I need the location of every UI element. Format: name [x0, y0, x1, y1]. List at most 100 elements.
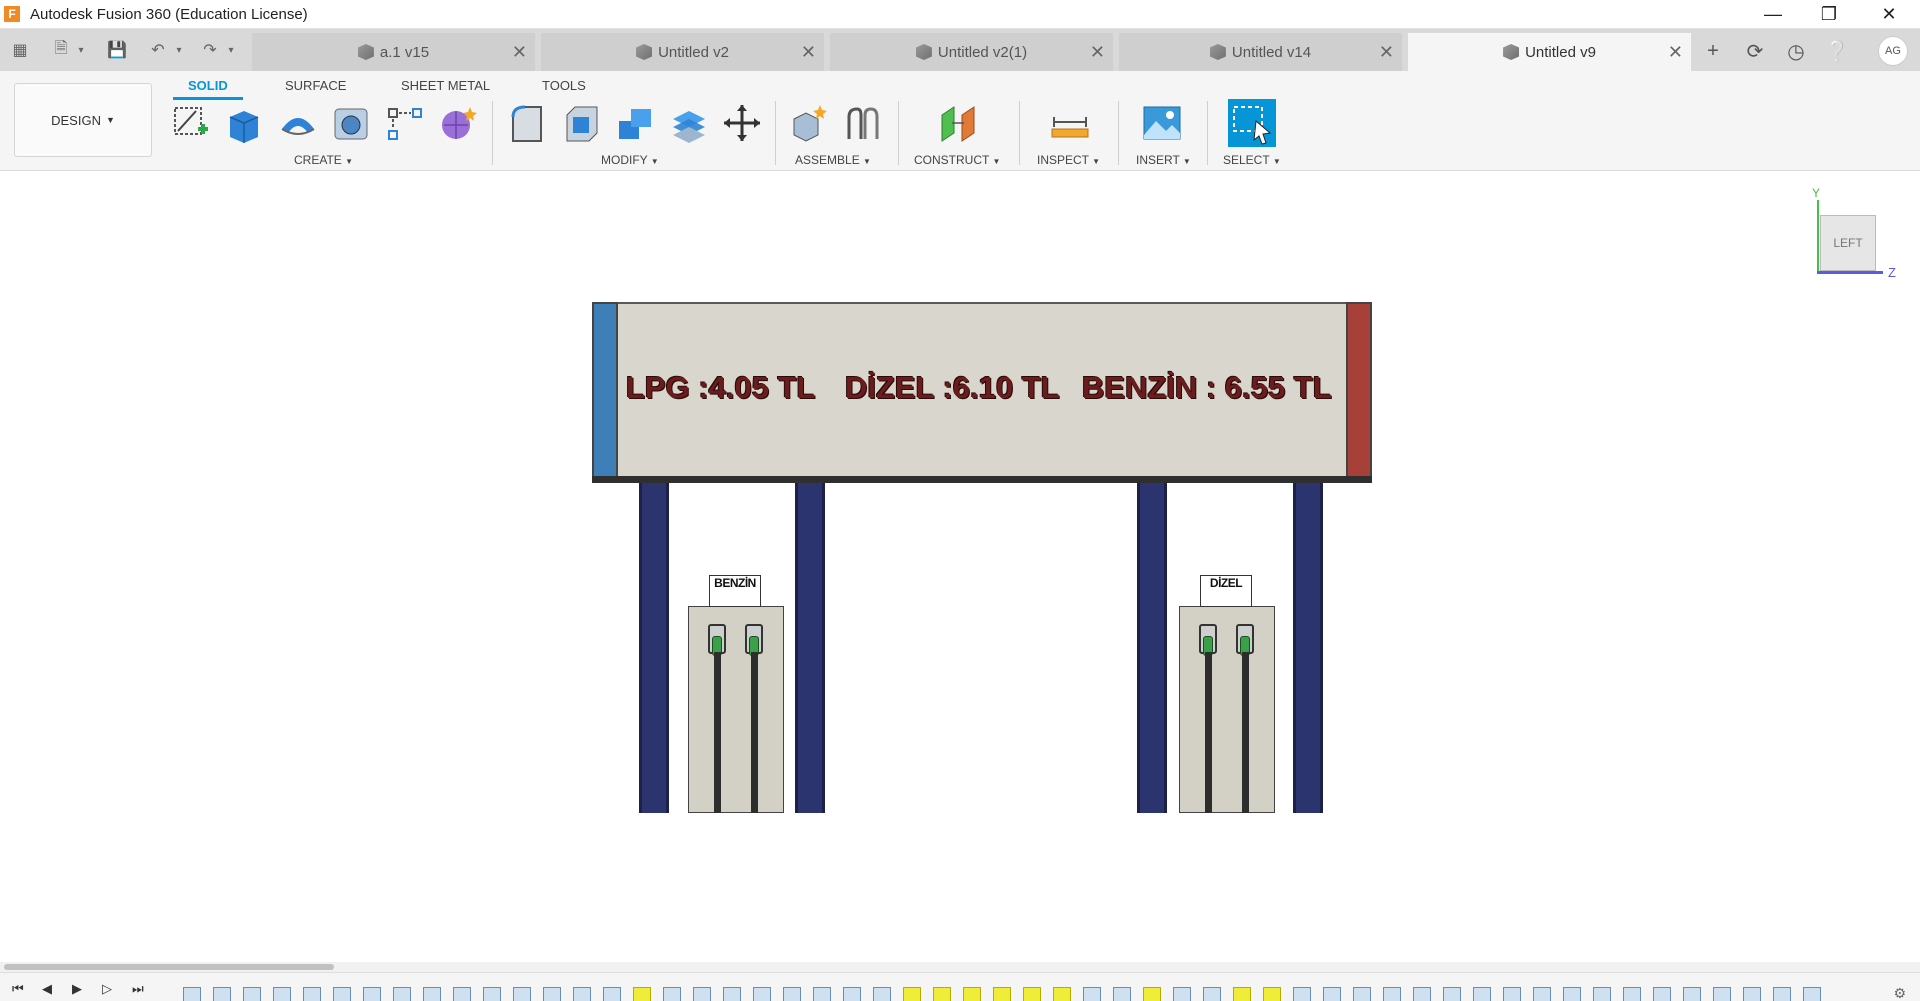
timeline-feature[interactable] [1533, 987, 1551, 1001]
timeline-feature[interactable] [1803, 987, 1821, 1001]
apps-grid-icon[interactable]: ▦ [7, 37, 33, 63]
extensions-icon[interactable]: ⟳ [1741, 37, 1769, 65]
tab-sheet-metal[interactable]: SHEET METAL [401, 74, 490, 98]
pillar[interactable] [795, 483, 825, 813]
insert-image-icon[interactable] [1142, 103, 1182, 143]
step-forward-icon[interactable]: ▷ [102, 981, 122, 999]
timeline-feature[interactable] [303, 987, 321, 1001]
timeline-feature[interactable] [663, 987, 681, 1001]
timeline-feature[interactable] [1653, 987, 1671, 1001]
help-icon[interactable]: ❔ [1823, 37, 1851, 65]
tab-surface[interactable]: SURFACE [285, 74, 346, 98]
timeline-feature[interactable] [1773, 987, 1791, 1001]
timeline-feature[interactable] [903, 987, 921, 1001]
timeline-feature[interactable] [1503, 987, 1521, 1001]
pillar[interactable] [1293, 483, 1323, 813]
timeline-feature[interactable] [693, 987, 711, 1001]
combine-icon[interactable] [615, 103, 655, 143]
go-to-end-icon[interactable]: ⏭ [132, 981, 152, 999]
create-menu[interactable]: CREATE ▼ [294, 153, 353, 167]
timeline-feature[interactable] [1353, 987, 1371, 1001]
timeline-feature[interactable] [423, 987, 441, 1001]
timeline-feature[interactable] [453, 987, 471, 1001]
timeline-feature[interactable] [1743, 987, 1761, 1001]
assemble-menu[interactable]: ASSEMBLE ▼ [795, 153, 871, 167]
tab-document[interactable]: a.1 v15 ✕ [252, 33, 535, 71]
timeline-feature[interactable] [1263, 987, 1281, 1001]
minimize-icon[interactable]: — [1745, 0, 1801, 29]
pillar[interactable] [639, 483, 669, 813]
timeline-feature[interactable] [333, 987, 351, 1001]
timeline-feature[interactable] [723, 987, 741, 1001]
save-icon[interactable]: 💾 [104, 37, 130, 63]
timeline-feature[interactable] [813, 987, 831, 1001]
timeline-feature[interactable] [1713, 987, 1731, 1001]
timeline-feature[interactable] [213, 987, 231, 1001]
new-tab-icon[interactable]: + [1699, 37, 1727, 65]
timeline-feature[interactable] [243, 987, 261, 1001]
timeline-feature[interactable] [1173, 987, 1191, 1001]
view-cube[interactable]: LEFT [1820, 215, 1876, 271]
timeline-feature[interactable] [1023, 987, 1041, 1001]
measure-icon[interactable] [1050, 103, 1090, 143]
timeline-feature[interactable] [843, 987, 861, 1001]
revolve-icon[interactable] [278, 103, 318, 143]
timeline-feature[interactable] [1413, 987, 1431, 1001]
timeline-feature[interactable] [1083, 987, 1101, 1001]
scrollbar-thumb[interactable] [4, 964, 334, 970]
select-icon[interactable] [1228, 99, 1276, 147]
timeline-feature[interactable] [273, 987, 291, 1001]
job-status-icon[interactable]: ◷ [1782, 37, 1810, 65]
fuel-pump[interactable] [1179, 606, 1275, 813]
offset-face-icon[interactable] [669, 103, 709, 143]
tab-document-active[interactable]: Untitled v9 ✕ [1408, 33, 1691, 71]
timeline-feature[interactable] [1383, 987, 1401, 1001]
create-sketch-icon[interactable] [170, 103, 210, 143]
offset-plane-icon[interactable] [938, 103, 978, 143]
timeline-feature[interactable] [873, 987, 891, 1001]
timeline-feature[interactable] [543, 987, 561, 1001]
step-back-icon[interactable]: ◀ [42, 981, 62, 999]
tab-document[interactable]: Untitled v2 ✕ [541, 33, 824, 71]
new-component-icon[interactable] [790, 103, 830, 143]
gear-icon[interactable]: ⚙ [1893, 985, 1906, 1001]
timeline-feature[interactable] [573, 987, 591, 1001]
workspace-switcher[interactable]: DESIGN ▼ [14, 83, 152, 157]
fuel-pump[interactable] [688, 606, 784, 813]
chevron-down-icon[interactable]: ▾ [68, 37, 94, 63]
timeline-feature[interactable] [183, 987, 201, 1001]
tab-close-icon[interactable]: ✕ [1090, 42, 1105, 63]
avatar[interactable]: AG [1878, 36, 1908, 66]
timeline-feature[interactable] [753, 987, 771, 1001]
pattern-icon[interactable] [385, 103, 425, 143]
construct-menu[interactable]: CONSTRUCT ▼ [914, 153, 1000, 167]
timeline-feature[interactable] [963, 987, 981, 1001]
timeline-feature[interactable] [933, 987, 951, 1001]
go-to-start-icon[interactable]: ⏮ [12, 981, 32, 999]
pillar[interactable] [1137, 483, 1167, 813]
timeline-feature[interactable] [1323, 987, 1341, 1001]
tab-document[interactable]: Untitled v2(1) ✕ [830, 33, 1113, 71]
timeline-feature[interactable] [993, 987, 1011, 1001]
close-icon[interactable]: ✕ [1861, 0, 1917, 29]
select-menu[interactable]: SELECT ▼ [1223, 153, 1281, 167]
tab-tools[interactable]: TOOLS [542, 74, 586, 98]
timeline-feature[interactable] [363, 987, 381, 1001]
timeline-feature[interactable] [1203, 987, 1221, 1001]
timeline-feature[interactable] [1233, 987, 1251, 1001]
move-icon[interactable] [722, 103, 762, 143]
inspect-menu[interactable]: INSPECT ▼ [1037, 153, 1100, 167]
timeline-feature[interactable] [1053, 987, 1071, 1001]
timeline-feature[interactable] [513, 987, 531, 1001]
tab-close-icon[interactable]: ✕ [512, 42, 527, 63]
create-form-icon[interactable] [438, 103, 478, 143]
insert-menu[interactable]: INSERT ▼ [1136, 153, 1191, 167]
tab-document[interactable]: Untitled v14 ✕ [1119, 33, 1402, 71]
undo-chevron-icon[interactable]: ▾ [166, 37, 192, 63]
tab-solid[interactable]: SOLID [188, 74, 228, 98]
timeline-feature[interactable] [783, 987, 801, 1001]
timeline-feature[interactable] [633, 987, 651, 1001]
tab-close-icon[interactable]: ✕ [801, 42, 816, 63]
timeline-feature[interactable] [1293, 987, 1311, 1001]
timeline-feature[interactable] [393, 987, 411, 1001]
